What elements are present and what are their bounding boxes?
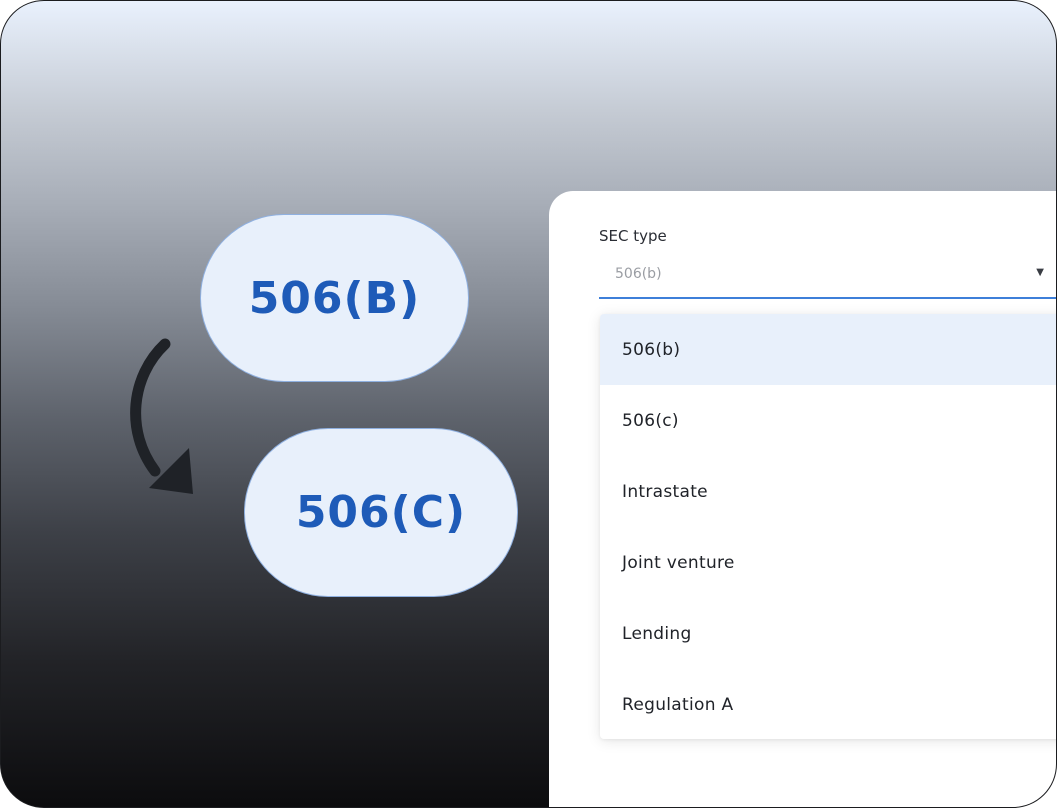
option-intrastate[interactable]: Intrastate: [600, 456, 1056, 527]
from-type-pill: 506(B): [200, 214, 469, 382]
to-type-label: 506(C): [295, 487, 467, 538]
option-regulation-a[interactable]: Regulation A: [600, 669, 1056, 739]
curved-arrow-icon: [130, 338, 193, 494]
option-506b[interactable]: 506(b): [600, 314, 1056, 385]
sec-type-selected-value: 506(b): [615, 266, 662, 282]
to-type-pill: 506(C): [244, 428, 518, 597]
screenshot-frame: 506(B) 506(C) SEC type 506(b) ▼ 506(b) 5…: [0, 0, 1057, 808]
sec-type-panel: SEC type 506(b) ▼ 506(b) 506(c) Intrasta…: [549, 191, 1056, 807]
option-label: Joint venture: [622, 552, 735, 573]
dropdown-caret-icon: ▼: [1036, 267, 1044, 278]
from-type-label: 506(B): [248, 272, 421, 324]
option-joint-venture[interactable]: Joint venture: [600, 527, 1056, 598]
option-label: Lending: [622, 623, 692, 644]
sec-type-label: SEC type: [599, 227, 667, 245]
sec-type-dropdown-menu: 506(b) 506(c) Intrastate Joint venture L…: [600, 314, 1056, 739]
option-506c[interactable]: 506(c): [600, 385, 1056, 456]
option-label: Intrastate: [622, 481, 708, 502]
option-label: Regulation A: [622, 694, 734, 715]
option-label: 506(c): [622, 410, 679, 431]
option-label: 506(b): [622, 339, 681, 360]
option-lending[interactable]: Lending: [600, 598, 1056, 669]
sec-type-select[interactable]: 506(b) ▼: [599, 253, 1056, 299]
